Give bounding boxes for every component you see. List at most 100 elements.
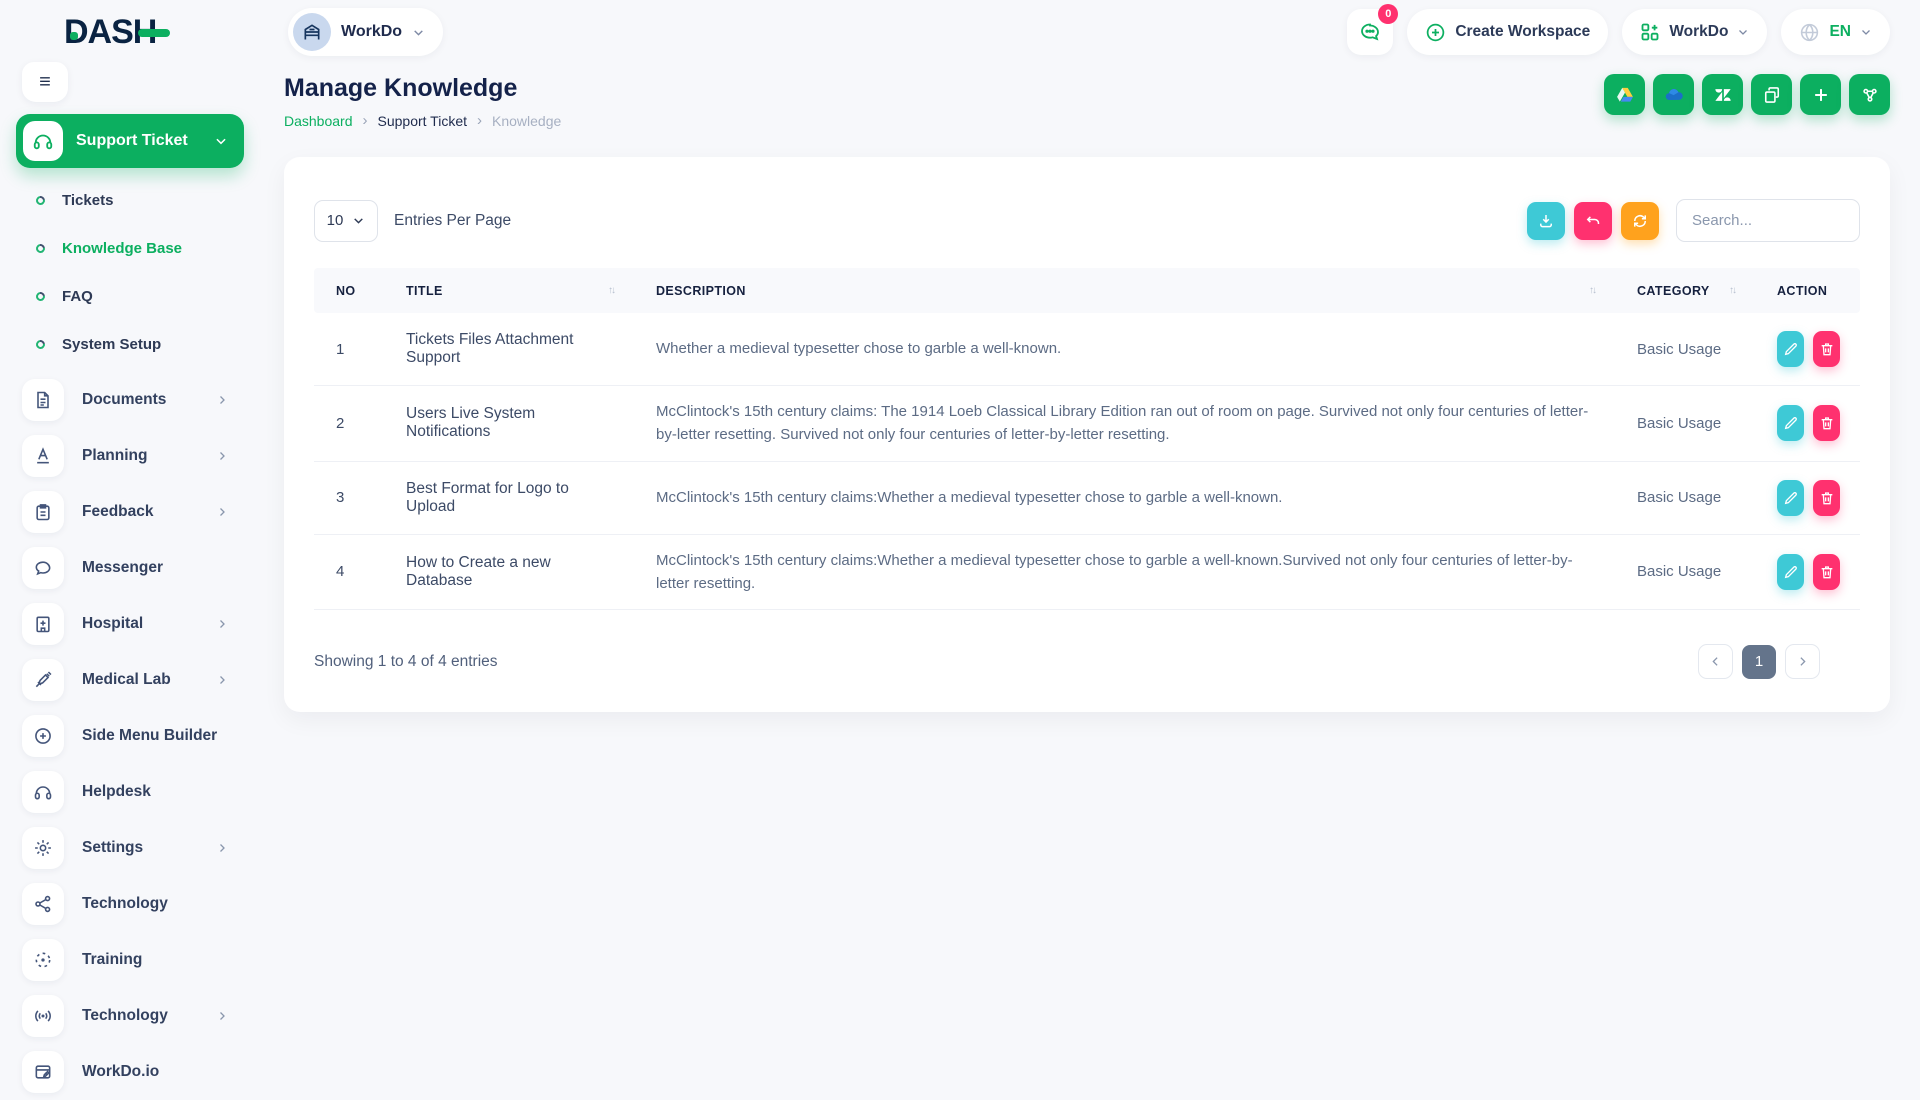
edit-button[interactable]: [1777, 331, 1804, 367]
row-title[interactable]: Users Live System Notifications: [384, 405, 634, 441]
sort-icon[interactable]: ↑↓: [608, 285, 614, 296]
chevron-down-icon: [214, 134, 228, 148]
row-category: Basic Usage: [1615, 489, 1755, 506]
edit-button[interactable]: [1777, 405, 1804, 441]
column-header-title: TITLE ↑↓: [384, 284, 634, 298]
breadcrumb: Dashboard › Support Ticket › Knowledge: [284, 112, 561, 129]
chevron-right-icon: [216, 1010, 228, 1022]
knowledge-table-card: 10 Entries Per Page: [284, 157, 1890, 712]
delete-button[interactable]: [1813, 331, 1840, 367]
main-content: Manage Knowledge Dashboard › Support Tic…: [260, 58, 1920, 712]
chevron-down-icon: [1860, 26, 1872, 38]
chevron-right-icon: [216, 394, 228, 406]
delete-button[interactable]: [1813, 405, 1840, 441]
integration-button[interactable]: [1849, 74, 1890, 115]
export-button[interactable]: [1527, 202, 1565, 240]
bullet-icon: [34, 194, 47, 207]
sidebar-item-technology-2[interactable]: Technology: [16, 988, 260, 1044]
reset-button[interactable]: [1574, 202, 1612, 240]
training-icon: [22, 939, 64, 981]
delete-button[interactable]: [1813, 480, 1840, 516]
chevron-right-icon: [216, 618, 228, 630]
chevron-right-icon: [216, 506, 228, 518]
building-icon: [293, 13, 331, 51]
sidebar-item-settings[interactable]: Settings: [16, 820, 260, 876]
bullet-icon: [34, 290, 47, 303]
support-ticket-submenu: Tickets Knowledge Base FAQ System Setup: [16, 176, 260, 368]
side-menu-builder-icon: [22, 715, 64, 757]
sidebar-subitem-faq[interactable]: FAQ: [16, 272, 260, 320]
sidebar-item-feedback[interactable]: Feedback: [16, 484, 260, 540]
globe-icon: [1799, 22, 1820, 43]
row-description: McClintock's 15th century claims:Whether…: [634, 549, 1615, 596]
sidebar-subitem-tickets[interactable]: Tickets: [16, 176, 260, 224]
sidebar-item-side-menu-builder[interactable]: Side Menu Builder: [16, 708, 260, 764]
row-title[interactable]: Best Format for Logo to Upload: [384, 480, 634, 516]
google-drive-button[interactable]: [1604, 74, 1645, 115]
create-workspace-button[interactable]: Create Workspace: [1407, 9, 1608, 55]
sidebar-subitem-system-setup[interactable]: System Setup: [16, 320, 260, 368]
sidebar-item-medical-lab[interactable]: Medical Lab: [16, 652, 260, 708]
sidebar-item-support-ticket[interactable]: Support Ticket: [16, 114, 244, 168]
sidebar-item-workdoio[interactable]: WorkDo.io: [16, 1044, 260, 1100]
workspace-selector[interactable]: WorkDo: [288, 8, 443, 56]
trash-icon: [1819, 415, 1835, 431]
chevron-right-icon: [216, 842, 228, 854]
row-title[interactable]: How to Create a new Database: [384, 554, 634, 590]
app-switcher-button[interactable]: WorkDo: [1622, 9, 1767, 55]
trash-icon: [1819, 564, 1835, 580]
entries-per-page-select[interactable]: 10: [314, 200, 378, 242]
app-logo[interactable]: DASH: [64, 13, 254, 52]
search-input[interactable]: [1676, 199, 1860, 242]
row-description: Whether a medieval typesetter chose to g…: [634, 337, 1615, 360]
sidebar-subitem-knowledge-base[interactable]: Knowledge Base: [16, 224, 260, 272]
chevron-down-icon: [352, 214, 365, 227]
sidebar-item-technology[interactable]: Technology: [16, 876, 260, 932]
sort-icon[interactable]: ↑↓: [1729, 285, 1735, 296]
sidebar-item-training[interactable]: Training: [16, 932, 260, 988]
row-title[interactable]: Tickets Files Attachment Support: [384, 331, 634, 367]
headset-icon: [23, 121, 63, 161]
messages-button[interactable]: 0: [1347, 9, 1393, 55]
add-button[interactable]: [1800, 74, 1841, 115]
quick-actions: [1604, 74, 1890, 115]
sidebar-item-label: Support Ticket: [76, 132, 188, 150]
edit-button[interactable]: [1777, 480, 1804, 516]
language-selector[interactable]: EN: [1781, 9, 1890, 55]
delete-button[interactable]: [1813, 554, 1840, 590]
bullet-icon: [34, 338, 47, 351]
medical-lab-icon: [22, 659, 64, 701]
duplicate-button[interactable]: [1751, 74, 1792, 115]
previous-page-button[interactable]: [1698, 644, 1733, 679]
zendesk-button[interactable]: [1702, 74, 1743, 115]
breadcrumb-support-ticket[interactable]: Support Ticket: [378, 113, 468, 129]
bullet-icon: [34, 242, 47, 255]
sidebar-item-messenger[interactable]: Messenger: [16, 540, 260, 596]
plus-icon: [1811, 85, 1831, 105]
row-category: Basic Usage: [1615, 563, 1755, 580]
breadcrumb-dashboard[interactable]: Dashboard: [284, 113, 353, 129]
topbar: DASH WorkDo 0 Create Workspace: [0, 0, 1920, 58]
table-row: 2 Users Live System Notifications McClin…: [314, 386, 1860, 462]
sort-icon[interactable]: ↑↓: [1589, 285, 1595, 296]
page-title: Manage Knowledge: [284, 74, 561, 103]
entries-per-page-value: 10: [327, 212, 344, 229]
column-header-category: CATEGORY ↑↓: [1615, 284, 1755, 298]
sidebar-item-hospital[interactable]: Hospital: [16, 596, 260, 652]
trash-icon: [1819, 490, 1835, 506]
entries-per-page-label: Entries Per Page: [394, 212, 511, 230]
sidebar-item-helpdesk[interactable]: Helpdesk: [16, 764, 260, 820]
onedrive-button[interactable]: [1653, 74, 1694, 115]
page-number-button[interactable]: 1: [1742, 645, 1776, 679]
download-icon: [1537, 212, 1555, 230]
next-page-button[interactable]: [1785, 644, 1820, 679]
edit-button[interactable]: [1777, 554, 1804, 590]
messages-badge: 0: [1378, 4, 1398, 24]
sidebar-item-documents[interactable]: Documents: [16, 372, 260, 428]
sidebar-item-planning[interactable]: Planning: [16, 428, 260, 484]
chevron-right-icon: [216, 450, 228, 462]
hamburger-icon: ≡: [39, 71, 51, 94]
pagination: 1: [1698, 644, 1820, 679]
refresh-button[interactable]: [1621, 202, 1659, 240]
sidebar-toggle-button[interactable]: ≡: [22, 62, 68, 102]
